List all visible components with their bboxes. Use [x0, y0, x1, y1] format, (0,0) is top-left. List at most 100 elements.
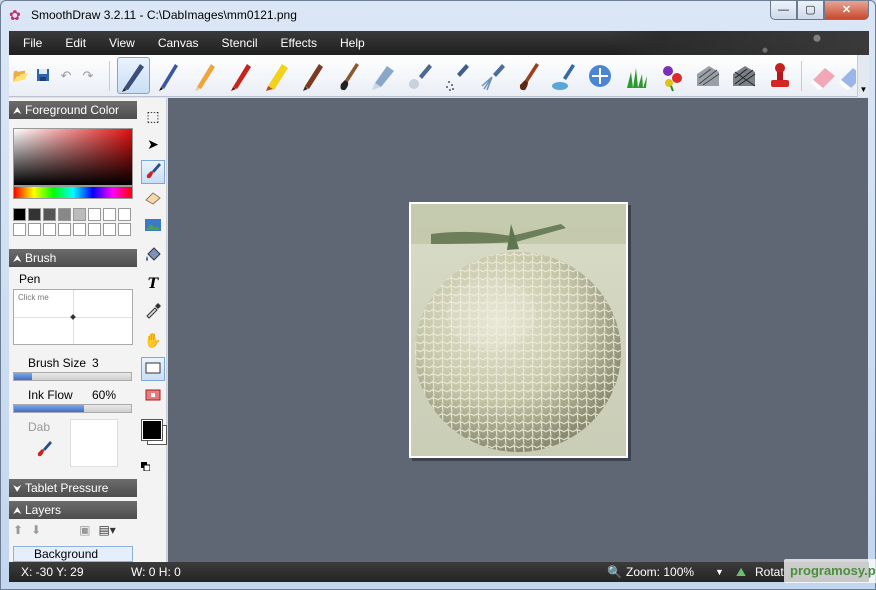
brush-preview[interactable]: Click me: [13, 289, 133, 345]
hatch-icon[interactable]: [692, 57, 725, 94]
zoom-dropdown-icon[interactable]: ▼: [715, 567, 724, 577]
app-window: ✿ SmoothDraw 3.2.11 - C:\DabImages\mm012…: [0, 0, 876, 590]
zoom-level[interactable]: Zoom: 100%: [626, 565, 694, 579]
eraser-tool-icon[interactable]: [141, 188, 165, 212]
jet-spray-icon[interactable]: [476, 57, 509, 94]
brush-size-slider[interactable]: [13, 372, 132, 381]
menu-view[interactable]: View: [95, 36, 144, 50]
brush-preview-hint: Click me: [18, 293, 49, 302]
foreground-color-swatch[interactable]: [141, 419, 163, 441]
menu-edit[interactable]: Edit: [51, 36, 95, 50]
color-swatch[interactable]: [28, 223, 41, 236]
reset-colors-icon[interactable]: [141, 460, 151, 472]
color-swatch[interactable]: [73, 223, 86, 236]
rect-shape-icon[interactable]: [141, 357, 165, 381]
fine-pen-icon[interactable]: [152, 57, 185, 94]
airbrush-icon[interactable]: [404, 57, 437, 94]
layers-toolbar: ⬆ ⬇ ▣ ▤▾: [13, 523, 135, 539]
brush-size-label: Brush Size: [28, 356, 87, 370]
rect-delete-icon[interactable]: [141, 384, 165, 408]
text-tool-icon[interactable]: T: [141, 272, 165, 296]
color-swatch[interactable]: [13, 208, 26, 221]
grass-icon[interactable]: [620, 57, 653, 94]
move-layer-down-icon[interactable]: ⬇: [31, 523, 41, 539]
stamp-icon[interactable]: [764, 57, 797, 94]
cursor-coords: X: -30 Y: 29: [21, 565, 84, 579]
color-swatch[interactable]: [88, 208, 101, 221]
color-saturation-picker[interactable]: [13, 128, 133, 186]
preview-dot: [70, 314, 76, 320]
fill-tool-icon[interactable]: [141, 244, 165, 268]
flowers-icon[interactable]: [656, 57, 689, 94]
window-title: SmoothDraw 3.2.11 - C:\DabImages\mm0121.…: [31, 8, 297, 22]
color-swatch[interactable]: [118, 223, 131, 236]
eraser-blue-icon[interactable]: [835, 57, 857, 94]
menu-effects[interactable]: Effects: [267, 36, 326, 50]
tablet-pressure-header[interactable]: ⮟ Tablet Pressure: [9, 479, 137, 497]
pen-brush-icon[interactable]: [117, 57, 150, 94]
menu-help[interactable]: Help: [326, 36, 374, 50]
zoom-icon: 🔍: [607, 565, 622, 579]
menu-stencil[interactable]: Stencil: [208, 36, 267, 50]
color-swatch[interactable]: [73, 208, 86, 221]
hand-tool-icon[interactable]: ✋: [141, 328, 165, 352]
eyedropper-icon[interactable]: [141, 300, 165, 324]
undo-icon[interactable]: ↶: [57, 68, 75, 84]
minimize-button[interactable]: —: [770, 1, 797, 20]
move-icon[interactable]: ➤: [141, 132, 165, 156]
ink-flow-value: 60%: [92, 388, 117, 402]
menu-file[interactable]: File: [9, 36, 51, 50]
color-swatch[interactable]: [88, 223, 101, 236]
fountain-pen-icon[interactable]: [296, 57, 329, 94]
eraser-shape-icon[interactable]: [368, 57, 401, 94]
layer-menu-icon[interactable]: ▤▾: [98, 523, 115, 539]
pencil-icon[interactable]: [188, 57, 221, 94]
layer-item[interactable]: Background: [13, 546, 133, 562]
dab-label: Dab: [28, 420, 51, 434]
title-bar: ✿ SmoothDraw 3.2.11 - C:\DabImages\mm012…: [1, 1, 875, 29]
color-swatch[interactable]: [13, 223, 26, 236]
maximize-button[interactable]: ▢: [797, 1, 824, 20]
red-pencil-icon[interactable]: [224, 57, 257, 94]
brush-size-fill: [14, 373, 32, 380]
move-layer-up-icon[interactable]: ⬆: [13, 523, 23, 539]
color-swatch[interactable]: [58, 208, 71, 221]
color-swatch[interactable]: [28, 208, 41, 221]
hue-slider[interactable]: [13, 186, 133, 199]
layer-properties-icon[interactable]: ▣: [79, 523, 90, 539]
ink-flow-slider[interactable]: [13, 404, 132, 413]
color-swatch[interactable]: [43, 208, 56, 221]
foreground-color-header[interactable]: ⮝ Foreground Color: [9, 101, 137, 119]
color-swatch[interactable]: [58, 223, 71, 236]
spray-icon[interactable]: [440, 57, 473, 94]
color-swatch[interactable]: [103, 208, 116, 221]
brush-icon[interactable]: [332, 57, 365, 94]
image-tool-icon[interactable]: [141, 216, 165, 240]
brush-header[interactable]: ⮝ Brush: [9, 249, 137, 267]
oil-brush-icon[interactable]: [512, 57, 545, 94]
save-icon[interactable]: [34, 68, 52, 84]
melon-image: [411, 204, 626, 456]
layers-header[interactable]: ⮝ Layers: [9, 501, 137, 519]
blur-ring-icon[interactable]: [584, 57, 617, 94]
redo-icon[interactable]: ↷: [79, 68, 97, 84]
rotate-icon: ⛰: [736, 565, 747, 579]
brush-tool-icon[interactable]: [141, 160, 165, 184]
select-rect-icon[interactable]: ⬚: [141, 104, 165, 128]
rotate-label[interactable]: Rotat: [755, 565, 784, 579]
hatch-dense-icon[interactable]: [728, 57, 761, 94]
image-canvas[interactable]: [409, 202, 628, 458]
dab-brush-icon[interactable]: [35, 439, 53, 457]
watercolor-icon[interactable]: [548, 57, 581, 94]
marker-icon[interactable]: [260, 57, 293, 94]
canvas-area[interactable]: [168, 98, 868, 562]
toolbar-overflow-button[interactable]: ▼: [857, 55, 869, 97]
color-swatch[interactable]: [103, 223, 116, 236]
dab-preview[interactable]: [70, 419, 118, 467]
color-swatch[interactable]: [118, 208, 131, 221]
close-button[interactable]: ✕: [824, 1, 869, 20]
menu-canvas[interactable]: Canvas: [144, 36, 208, 50]
collapse-icon: ⮝: [13, 106, 22, 117]
open-folder-icon[interactable]: 📂: [12, 68, 30, 84]
color-swatch[interactable]: [43, 223, 56, 236]
